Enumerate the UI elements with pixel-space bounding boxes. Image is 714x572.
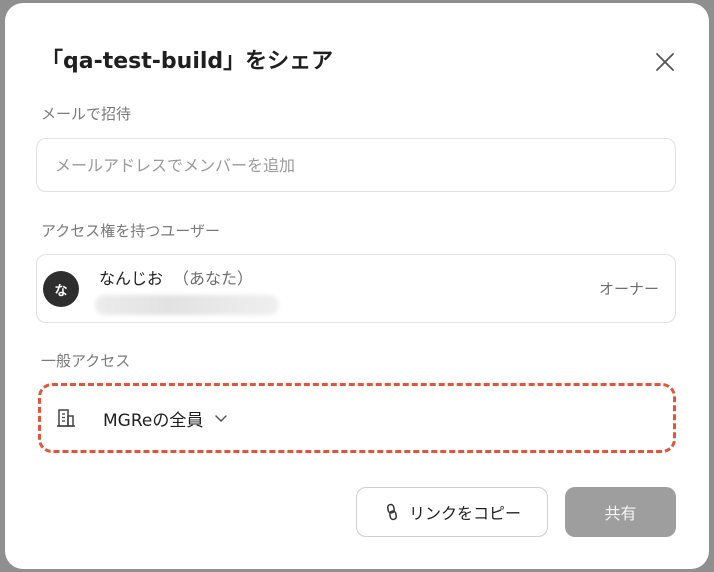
link-icon (386, 503, 397, 521)
copy-link-button[interactable]: リンクをコピー (356, 487, 548, 537)
user-access-row: な なんじお （あなた） オーナー (36, 254, 676, 323)
user-role: オーナー (598, 280, 659, 298)
email-invite-input[interactable] (36, 138, 676, 192)
share-dialog: 「qa-test-build」をシェア メールで招待 アクセス権を持つユーザー … (5, 3, 709, 569)
copy-link-label: リンクをコピー (408, 504, 521, 523)
user-email-redacted (95, 295, 279, 315)
invite-label: メールで招待 (41, 105, 132, 123)
user-name-line: なんじお （あなた） (99, 265, 253, 289)
user-name: なんじお (99, 269, 164, 288)
share-button[interactable]: 共有 (565, 487, 676, 537)
general-access-value: MGReの全員 (103, 410, 204, 431)
building-icon (57, 409, 75, 427)
general-access-label: 一般アクセス (41, 352, 131, 370)
close-button[interactable] (650, 47, 680, 77)
access-users-label: アクセス権を持つユーザー (41, 222, 220, 240)
user-you-suffix: （あなた） (173, 269, 254, 288)
dialog-title: 「qa-test-build」をシェア (41, 49, 334, 74)
close-icon (656, 53, 674, 71)
avatar: な (43, 271, 79, 307)
chevron-down-icon (215, 415, 228, 422)
general-access-dropdown[interactable]: MGReの全員 (55, 403, 229, 433)
